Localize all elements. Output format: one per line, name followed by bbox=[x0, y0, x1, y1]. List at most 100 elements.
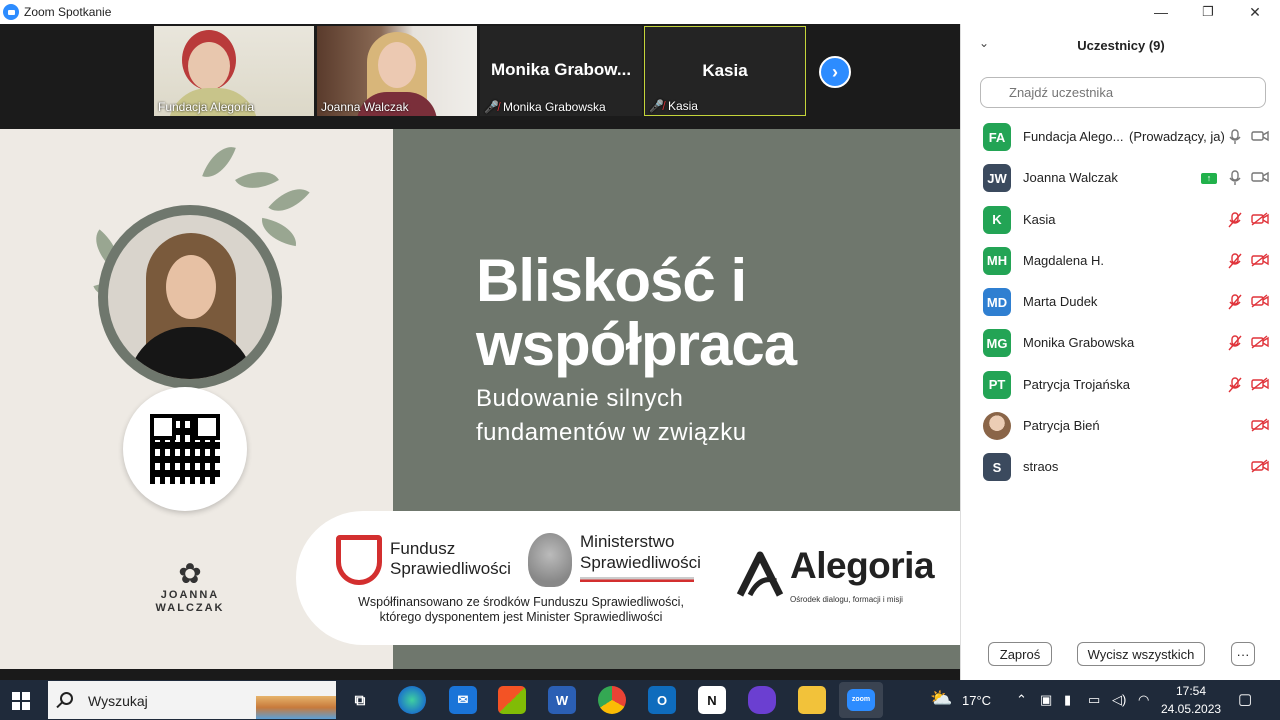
participant-list: FA Fundacja Alego... (Prowadzący, ja) JW Joa… bbox=[961, 116, 1280, 488]
participant-row[interactable]: MH Magdalena H. bbox=[961, 240, 1280, 281]
title-bar: Zoom Spotkanie — ❐ ✕ bbox=[0, 0, 1280, 24]
obsidian-icon[interactable] bbox=[748, 686, 776, 714]
meeting-area: Fundacja Alegoria Joanna Walczak Monika … bbox=[0, 24, 960, 669]
notion-icon[interactable]: N bbox=[698, 686, 726, 714]
video-tile-monika[interactable]: Monika Grabow... 🎤̸ Monika Grabowska bbox=[480, 26, 642, 116]
participant-name: Patrycja Bień bbox=[1023, 418, 1100, 434]
participant-row[interactable]: K Kasia bbox=[961, 199, 1280, 240]
camera-off-icon[interactable] bbox=[1251, 294, 1269, 310]
avatar: PT bbox=[983, 370, 1011, 399]
volume-icon[interactable]: ◁) bbox=[1112, 692, 1126, 708]
meeting-bottom-bar bbox=[0, 669, 960, 680]
ministerstwo-logo-text: Ministerstwo Sprawiedliwości bbox=[580, 531, 701, 573]
gallery-strip: Fundacja Alegoria Joanna Walczak Monika … bbox=[0, 24, 960, 129]
windows-start-icon[interactable] bbox=[12, 692, 30, 710]
video-tile-kasia[interactable]: Kasia 🎤̸ Kasia bbox=[644, 26, 806, 116]
chevron-right-icon: › bbox=[832, 61, 838, 82]
microphone-icon[interactable] bbox=[1227, 170, 1243, 186]
logo-text: Fundusz bbox=[390, 539, 456, 558]
avatar bbox=[983, 412, 1011, 441]
participant-search-input[interactable] bbox=[980, 77, 1266, 108]
meet-now-icon[interactable]: ▣ bbox=[1040, 692, 1052, 708]
sponsor-logos-panel: Fundusz Sprawiedliwości Ministerstwo Spr… bbox=[296, 511, 960, 645]
wifi-icon[interactable]: ◠ bbox=[1138, 692, 1149, 708]
camera-off-icon[interactable] bbox=[1251, 377, 1269, 393]
flower-icon: ✿ bbox=[178, 558, 202, 589]
video-tile-fundacja[interactable]: Fundacja Alegoria bbox=[154, 26, 314, 116]
avatar: MD bbox=[983, 288, 1011, 317]
more-options-button[interactable]: ··· bbox=[1231, 642, 1255, 666]
qr-code-icon bbox=[150, 414, 220, 484]
mic-muted-icon[interactable] bbox=[1227, 253, 1243, 269]
edge-browser-icon[interactable] bbox=[398, 686, 426, 714]
participant-row[interactable]: MG Monika Grabowska bbox=[961, 322, 1280, 363]
chevron-up-icon[interactable]: ⌃ bbox=[1016, 692, 1027, 708]
close-button[interactable]: ✕ bbox=[1232, 0, 1278, 24]
cofunding-line: którego dysponentem jest Minister Sprawi… bbox=[379, 610, 663, 624]
participant-row[interactable]: Sstraos bbox=[961, 446, 1280, 487]
video-tile-joanna[interactable]: Joanna Walczak bbox=[317, 26, 477, 116]
logo-text: WALCZAK bbox=[155, 602, 225, 614]
camera-off-icon[interactable] bbox=[1251, 459, 1269, 475]
clock-time[interactable]: 17:54 bbox=[1176, 684, 1206, 698]
participant-row[interactable]: PT Patrycja Trojańska bbox=[961, 364, 1280, 405]
mic-muted-icon[interactable] bbox=[1227, 211, 1243, 228]
speaker-portrait bbox=[98, 205, 282, 389]
qr-code-badge bbox=[123, 387, 247, 511]
outlook-icon[interactable]: O bbox=[648, 686, 676, 714]
mail-icon[interactable]: ✉ bbox=[449, 686, 477, 714]
camera-off-icon[interactable] bbox=[1251, 253, 1269, 269]
panel-header: ⌄ Uczestnicy (9) bbox=[961, 24, 1280, 68]
camera-icon[interactable] bbox=[1251, 170, 1269, 186]
camera-off-icon[interactable] bbox=[1251, 418, 1269, 434]
participant-name: Marta Dudek bbox=[1023, 294, 1098, 310]
mute-all-button[interactable]: Wycisz wszystkich bbox=[1077, 642, 1205, 666]
headline-line: współpraca bbox=[476, 311, 797, 378]
flag-bar bbox=[580, 577, 694, 582]
slide-headline: Bliskość i współpraca bbox=[476, 249, 797, 378]
participant-row[interactable]: FA Fundacja Alego... (Prowadzący, ja) bbox=[961, 116, 1280, 157]
avatar: JW bbox=[983, 164, 1011, 193]
zoom-window: Zoom Spotkanie — ❐ ✕ Fundacja Alegoria J… bbox=[0, 0, 1280, 720]
participant-row[interactable]: MD Marta Dudek bbox=[961, 281, 1280, 322]
clock-date[interactable]: 24.05.2023 bbox=[1161, 702, 1221, 716]
microphone-icon[interactable] bbox=[1227, 129, 1243, 145]
panel-footer: Zaproś Wycisz wszystkich ··· bbox=[961, 642, 1280, 670]
battery-icon[interactable]: ▭ bbox=[1088, 692, 1100, 708]
camera-off-icon[interactable] bbox=[1251, 212, 1269, 228]
search-icon bbox=[60, 692, 73, 705]
avatar: K bbox=[983, 205, 1011, 234]
store-icon[interactable] bbox=[498, 686, 526, 714]
participant-face bbox=[378, 42, 416, 88]
mic-muted-icon[interactable] bbox=[1227, 335, 1243, 351]
gallery-next-button[interactable]: › bbox=[819, 56, 851, 88]
camera-icon[interactable] bbox=[1251, 129, 1269, 145]
invite-button[interactable]: Zaproś bbox=[988, 642, 1052, 666]
cofunding-line: Współfinansowano ze środków Funduszu Spr… bbox=[358, 595, 684, 609]
participant-row[interactable]: Patrycja Bień bbox=[961, 405, 1280, 446]
alegoria-logo-text: Alegoria bbox=[790, 545, 935, 586]
zoom-taskbar-icon: zoom bbox=[847, 689, 875, 711]
notification-icon[interactable]: ▢ bbox=[1238, 690, 1252, 708]
tile-name: Joanna Walczak bbox=[321, 100, 409, 114]
chrome-icon[interactable] bbox=[598, 686, 626, 714]
camera-off-icon[interactable] bbox=[1251, 335, 1269, 351]
file-explorer-icon[interactable] bbox=[798, 686, 826, 714]
mic-muted-icon[interactable] bbox=[1227, 377, 1243, 393]
alegoria-tagline: Ośrodek dialogu, formacji i misji bbox=[790, 595, 903, 604]
minimize-button[interactable]: — bbox=[1138, 0, 1184, 24]
leaf-decoration bbox=[258, 217, 300, 247]
restore-button[interactable]: ❐ bbox=[1185, 0, 1231, 24]
word-icon[interactable]: W bbox=[548, 686, 576, 714]
mic-muted-icon[interactable] bbox=[1227, 294, 1243, 310]
mic-muted-icon: 🎤̸ bbox=[484, 100, 499, 114]
zoom-taskbar-button[interactable]: zoom bbox=[839, 682, 883, 718]
participant-row[interactable]: JW Joanna Walczak ↑ bbox=[961, 157, 1280, 198]
microphone-icon[interactable]: ▮ bbox=[1064, 692, 1071, 708]
weather-temperature[interactable]: 17°C bbox=[962, 693, 991, 708]
leaf-decoration bbox=[268, 178, 310, 222]
participant-name: Patrycja Trojańska bbox=[1023, 376, 1130, 392]
taskbar-search-box[interactable]: Wyszukaj bbox=[48, 681, 336, 719]
task-view-icon[interactable]: ⧉ bbox=[346, 686, 374, 714]
tile-display-name: Kasia bbox=[702, 61, 748, 80]
